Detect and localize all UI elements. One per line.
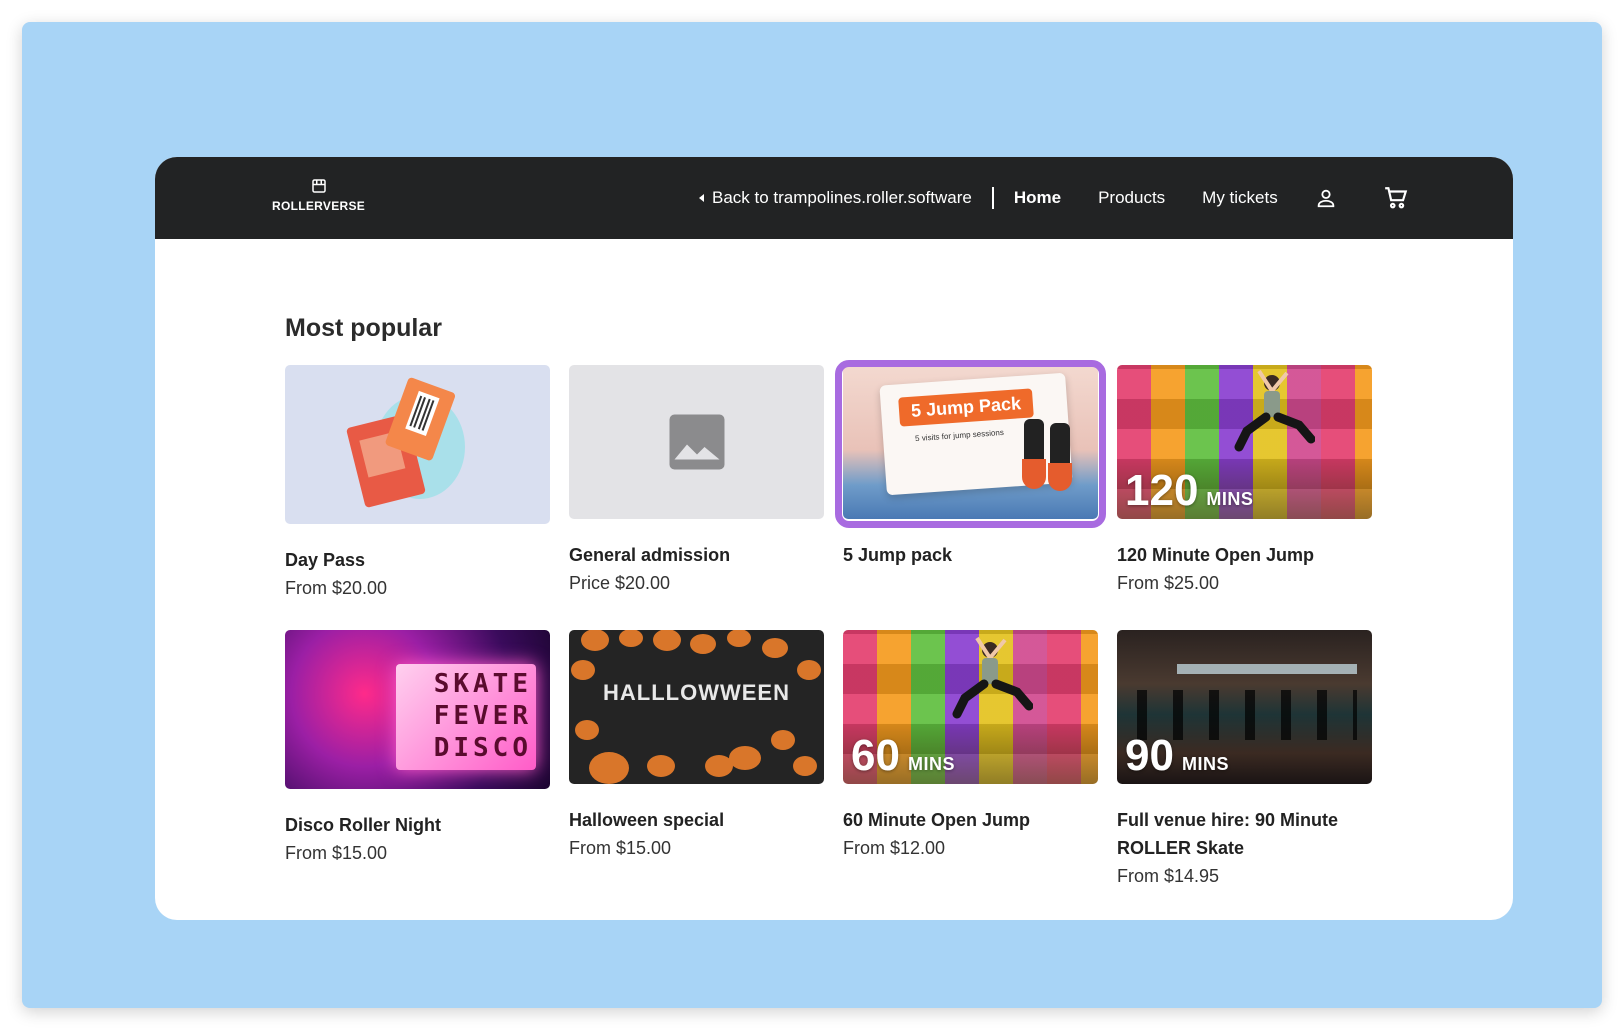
nav-divider xyxy=(991,187,994,209)
duration-number: 90 xyxy=(1125,731,1174,780)
product-price: From $12.00 xyxy=(843,838,946,858)
sign-line: SKATE xyxy=(433,669,532,699)
main-content: Most popular Day Pass From $20.00 Genera… xyxy=(155,239,1513,890)
product-card-full-venue-hire[interactable]: 90 MINS Full venue hire: 90 Minute ROLLE… xyxy=(1117,630,1372,890)
product-title: 60 Minute Open Jump xyxy=(843,810,1031,830)
duration-badge: 120 MINS xyxy=(1125,467,1253,515)
duration-unit: MINS xyxy=(1181,754,1229,774)
chevron-left-icon xyxy=(699,194,704,202)
duration-badge: 90 MINS xyxy=(1125,732,1229,780)
product-title: Day Pass xyxy=(285,550,366,570)
storefront-icon xyxy=(311,179,326,193)
user-icon xyxy=(1317,189,1334,208)
disco-sign: SKATE FEVER DISCO xyxy=(434,668,532,764)
product-price: Price $20.00 xyxy=(569,573,671,593)
product-image: 120 MINS xyxy=(1117,365,1372,519)
product-title: 120 Minute Open Jump xyxy=(1117,545,1315,565)
product-image: 90 MINS xyxy=(1117,630,1372,784)
duration-unit: MINS xyxy=(907,754,955,774)
product-card-disco-roller-night[interactable]: SKATE FEVER DISCO Disco Roller Night Fro… xyxy=(285,630,550,890)
duration-badge: 60 MINS xyxy=(851,732,955,780)
product-image: 5 Jump Pack 5 visits for jump sessions xyxy=(843,365,1098,519)
product-card-general-admission[interactable]: General admission Price $20.00 xyxy=(569,365,824,602)
product-image: HALLLOWWEEN xyxy=(569,630,824,784)
product-price: From $15.00 xyxy=(285,843,388,863)
product-title: Full venue hire: 90 Minute ROLLER Skate xyxy=(1117,810,1339,858)
product-card-120-minute-open-jump[interactable]: 120 MINS 120 Minute Open Jump From $25.0… xyxy=(1117,365,1372,602)
duration-number: 60 xyxy=(851,731,900,780)
product-price: From $15.00 xyxy=(569,838,672,858)
product-card-5-jump-pack[interactable]: 5 Jump Pack 5 visits for jump sessions 5… xyxy=(835,360,1106,602)
brand-logo[interactable]: ROLLERVERSE xyxy=(272,177,365,213)
ticket-illustration-icon xyxy=(346,377,465,508)
grip-socks-icon xyxy=(1022,419,1072,491)
cart-button[interactable] xyxy=(1383,185,1409,211)
cart-icon xyxy=(1384,187,1407,209)
product-title: General admission xyxy=(569,545,731,565)
pumpkins-decoration-icon xyxy=(571,630,821,784)
back-link[interactable]: Back to trampolines.roller.software xyxy=(699,188,972,208)
product-title: Halloween special xyxy=(569,810,725,830)
duration-unit: MINS xyxy=(1206,489,1254,509)
app-frame: ROLLERVERSE Back to trampolines.roller.s… xyxy=(22,22,1602,1008)
product-grid: Day Pass From $20.00 General admission P… xyxy=(285,360,1513,890)
nav-my-tickets[interactable]: My tickets xyxy=(1202,188,1278,208)
nav-home[interactable]: Home xyxy=(1014,188,1061,208)
nav-products[interactable]: Products xyxy=(1098,188,1165,208)
browser-window: ROLLERVERSE Back to trampolines.roller.s… xyxy=(155,157,1513,920)
product-image xyxy=(285,365,550,524)
product-image xyxy=(569,365,824,519)
product-price: From $25.00 xyxy=(1117,573,1220,593)
product-image: 60 MINS xyxy=(843,630,1098,784)
brand-name: ROLLERVERSE xyxy=(272,199,366,213)
top-nav: ROLLERVERSE Back to trampolines.roller.s… xyxy=(155,157,1513,239)
duration-number: 120 xyxy=(1125,466,1199,515)
jumper-silhouette-icon xyxy=(952,636,1033,719)
halloween-text: HALLLOWWEEN xyxy=(603,680,790,705)
sign-line: DISCO xyxy=(433,733,532,763)
jumper-silhouette-icon xyxy=(1234,369,1315,452)
product-price: From $14.95 xyxy=(1117,866,1220,886)
account-button[interactable] xyxy=(1315,187,1337,209)
product-image: SKATE FEVER DISCO xyxy=(285,630,550,789)
section-title: Most popular xyxy=(285,314,442,342)
back-link-label: Back to trampolines.roller.software xyxy=(712,188,972,207)
product-title: Disco Roller Night xyxy=(285,815,442,835)
sign-line: FEVER xyxy=(433,701,532,731)
image-placeholder-icon xyxy=(669,414,724,470)
product-price: From $20.00 xyxy=(285,578,388,598)
product-title: 5 Jump pack xyxy=(843,545,953,565)
product-card-day-pass[interactable]: Day Pass From $20.00 xyxy=(285,365,550,602)
nav-links: Back to trampolines.roller.software Home… xyxy=(699,157,1409,239)
product-card-60-minute-open-jump[interactable]: 60 MINS 60 Minute Open Jump From $12.00 xyxy=(843,630,1098,890)
product-card-halloween-special[interactable]: HALLLOWWEEN Halloween special From $15.0… xyxy=(569,630,824,890)
